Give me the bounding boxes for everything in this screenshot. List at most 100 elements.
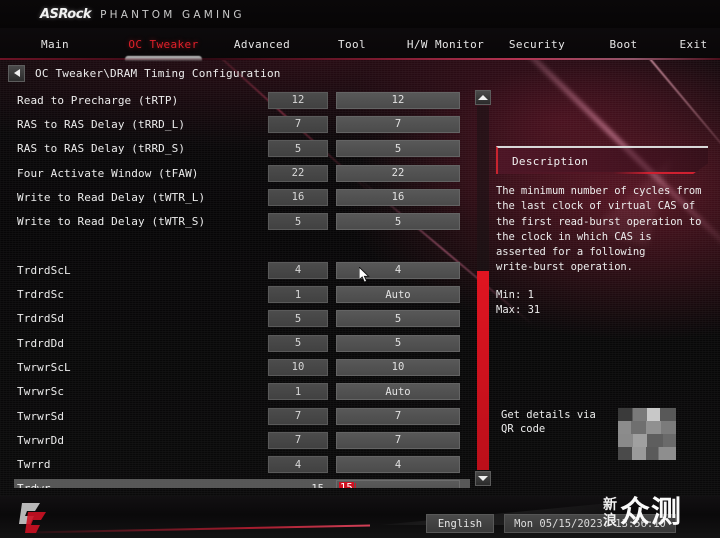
setting-current-value: 16 (268, 188, 328, 206)
setting-row[interactable]: RAS to RAS Delay (tRRD_S) 5 5 (0, 137, 470, 161)
tab-security[interactable]: Security (494, 28, 580, 60)
setting-value-field[interactable]: 10 (336, 358, 460, 376)
breadcrumb-path: OC Tweaker\DRAM Timing Configuration (35, 66, 281, 80)
setting-row[interactable]: RAS to RAS Delay (tRRD_L) 7 7 (0, 112, 470, 136)
setting-label: TrdrdScL (17, 263, 71, 277)
setting-label: TwrwrScL (17, 360, 71, 374)
setting-row[interactable]: TwrwrSc 1 Auto (0, 380, 470, 404)
setting-current-value: 4 (268, 261, 328, 279)
setting-label: TwrwrSd (17, 409, 65, 423)
description-max-value: Max: 31 (496, 304, 541, 317)
brand-phantom-gaming-text: PHANTOM GAMING (100, 8, 245, 21)
description-title: Description (512, 155, 589, 168)
setting-label: Twrrd (17, 458, 51, 472)
setting-label: Four Activate Window (tFAW) (17, 166, 199, 180)
setting-label: TrdrdSc (17, 288, 65, 302)
scroll-up-arrow-icon (478, 95, 488, 100)
setting-row[interactable]: TrdrdDd 5 5 (0, 331, 470, 355)
setting-current-value: 15 (268, 480, 328, 488)
qr-block: Get details via QR code (501, 408, 716, 460)
scroll-down-button[interactable] (475, 471, 491, 486)
setting-row[interactable]: TrdrdSd 5 5 (0, 307, 470, 331)
setting-value-input[interactable]: 15 (336, 480, 460, 488)
tab-oc-tweaker[interactable]: OC Tweaker (110, 28, 217, 60)
setting-row[interactable]: Four Activate Window (tFAW) 22 22 (0, 161, 470, 185)
scroll-down-arrow-icon (478, 476, 488, 481)
setting-row[interactable]: TwrwrSd 7 7 (0, 404, 470, 428)
tab-advanced[interactable]: Advanced (217, 28, 307, 60)
settings-scrollbar[interactable] (475, 90, 491, 486)
setting-row[interactable]: TwrwrDd 7 7 (0, 428, 470, 452)
setting-value-field[interactable]: 5 (336, 310, 460, 328)
qr-label: Get details via QR code (501, 409, 596, 435)
setting-value-field[interactable]: 12 (336, 91, 460, 109)
app-header: ASRock PHANTOM GAMING (0, 0, 720, 28)
main-tabbar: Main OC Tweaker Advanced Tool H/W Monitor Sec… (0, 28, 720, 60)
setting-current-value: 5 (268, 213, 328, 231)
scrollbar-thumb[interactable] (477, 271, 489, 470)
setting-current-value: 5 (268, 310, 328, 328)
setting-current-value: 22 (268, 164, 328, 182)
setting-current-value: 1 (268, 383, 328, 401)
brand-asrock-text: ASRock (40, 6, 92, 22)
setting-current-value: 5 (268, 140, 328, 158)
back-button[interactable] (8, 64, 25, 82)
setting-row[interactable]: Write to Read Delay (tWTR_S) 5 5 (0, 209, 470, 233)
tab-main[interactable]: Main (0, 28, 110, 60)
phantom-gaming-logo-icon (19, 503, 46, 533)
setting-row[interactable]: Trdwr1515 (0, 477, 470, 488)
setting-label: RAS to RAS Delay (tRRD_L) (17, 117, 186, 131)
tab-tool[interactable]: Tool (307, 28, 397, 60)
settings-list: Read to Precharge (tRTP) 12 12 RAS to RAS D… (0, 88, 470, 488)
tab-h-w-monitor[interactable]: H/W Monitor (397, 28, 494, 60)
setting-row[interactable]: TrdrdScL 4 4 (0, 258, 470, 282)
setting-row[interactable]: Read to Precharge (tRTP) 12 12 (0, 88, 470, 112)
site-watermark: 新 浪 众测 (603, 496, 682, 530)
brand-logo: ASRock PHANTOM GAMING (0, 7, 245, 22)
setting-value-field[interactable]: 7 (336, 431, 460, 449)
watermark-char-bottom: 浪 (603, 513, 617, 529)
setting-value-field[interactable]: 22 (336, 164, 460, 182)
setting-row[interactable]: TrdrdSc 1 Auto (0, 282, 470, 306)
setting-current-value: 5 (268, 334, 328, 352)
description-body: The minimum number of cycles from the la… (496, 185, 702, 274)
description-panel: Description The minimum number of cycles… (496, 146, 720, 476)
setting-row[interactable]: Write to Read Delay (tWTR_L) 16 16 (0, 185, 470, 209)
text-caret (354, 482, 356, 488)
back-arrow-icon (13, 69, 20, 77)
setting-label: RAS to RAS Delay (tRRD_S) (17, 142, 186, 156)
setting-label: TrdrdSd (17, 312, 65, 326)
tab-exit[interactable]: Exit (667, 28, 720, 60)
setting-value-field[interactable]: Auto (336, 383, 460, 401)
setting-current-value: 12 (268, 91, 328, 109)
setting-row[interactable]: TwrwrScL 10 10 (0, 355, 470, 379)
setting-current-value: 1 (268, 286, 328, 304)
input-selected-text: 15 (339, 482, 354, 488)
qr-code-image (618, 408, 676, 460)
setting-current-value: 7 (268, 115, 328, 133)
setting-label: Trdwr (0, 482, 268, 488)
tab-boot[interactable]: Boot (580, 28, 667, 60)
setting-value-field[interactable]: 7 (336, 115, 460, 133)
setting-label: TwrwrSc (17, 385, 65, 399)
setting-value-field[interactable]: 5 (336, 213, 460, 231)
setting-value-field[interactable]: 4 (336, 456, 460, 474)
setting-value-field[interactable]: 5 (336, 334, 460, 352)
breadcrumb: OC Tweaker\DRAM Timing Configuration (0, 62, 720, 84)
setting-label: Read to Precharge (tRTP) (17, 93, 179, 107)
setting-current-value: 7 (268, 431, 328, 449)
scroll-up-button[interactable] (475, 90, 491, 105)
bios-setup-screen: ASRock PHANTOM GAMING Main OC Tweaker Adva… (0, 0, 720, 538)
setting-value-field[interactable]: 16 (336, 188, 460, 206)
setting-value-field[interactable]: 5 (336, 140, 460, 158)
watermark-sina-text: 新 浪 (603, 497, 617, 529)
setting-label: Write to Read Delay (tWTR_S) (17, 215, 206, 229)
description-header: Description (496, 146, 708, 174)
setting-value-field[interactable]: 4 (336, 261, 460, 279)
setting-value-field[interactable]: 7 (336, 407, 460, 425)
setting-current-value: 10 (268, 358, 328, 376)
setting-row[interactable]: Twrrd 4 4 (0, 452, 470, 476)
language-button[interactable]: English (426, 514, 494, 533)
watermark-zhongce-text: 众测 (620, 495, 682, 530)
setting-value-field[interactable]: Auto (336, 286, 460, 304)
